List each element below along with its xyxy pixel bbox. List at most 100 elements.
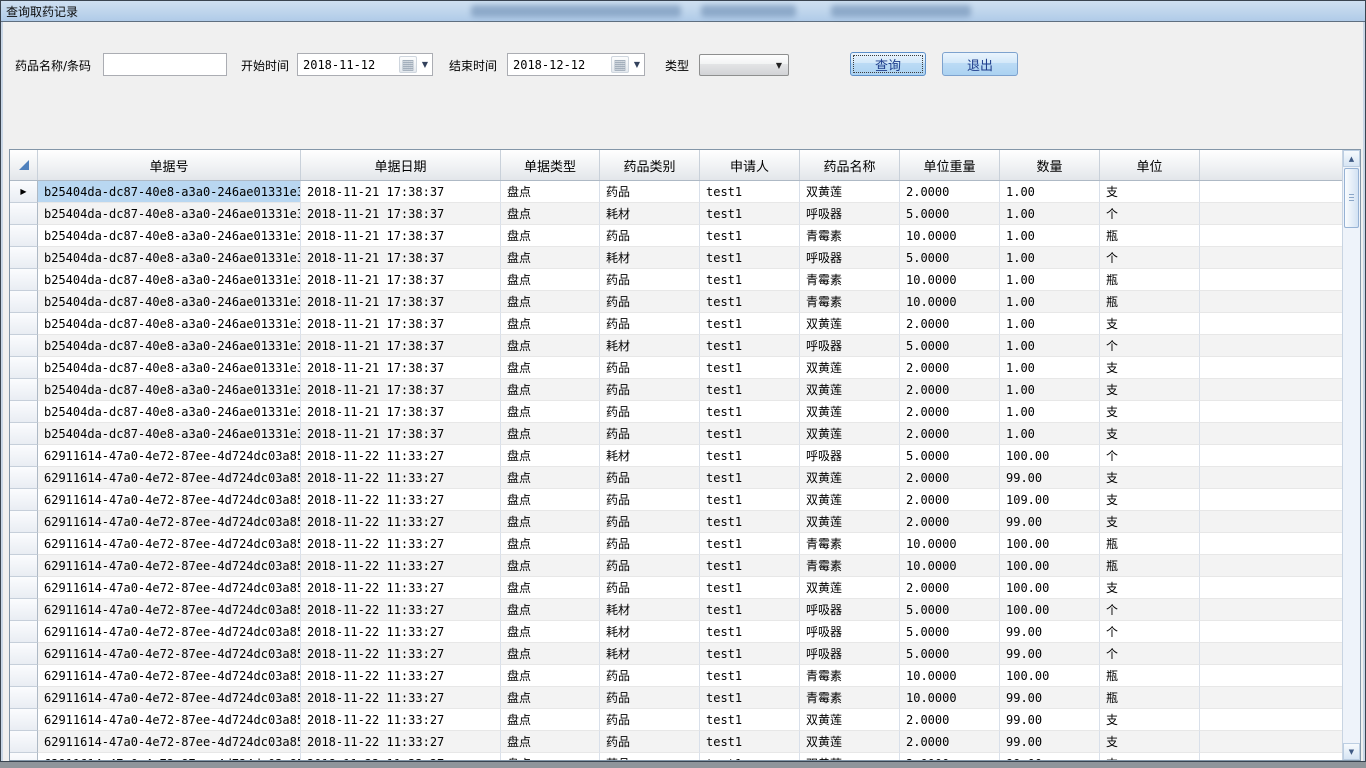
cell[interactable]: 2018-11-21 17:38:37 — [301, 181, 501, 203]
cell[interactable]: 10.0000 — [900, 665, 1000, 687]
cell[interactable]: 1.00 — [1000, 357, 1100, 379]
start-date-value[interactable]: 2018-11-12 — [298, 58, 399, 72]
cell[interactable]: 盘点 — [501, 423, 600, 445]
cell[interactable]: 青霉素 — [800, 665, 900, 687]
cell[interactable]: test1 — [700, 753, 800, 760]
cell[interactable]: 2018-11-21 17:38:37 — [301, 269, 501, 291]
cell[interactable]: 2018-11-21 17:38:37 — [301, 291, 501, 313]
cell[interactable]: 2.0000 — [900, 401, 1000, 423]
row-header[interactable] — [10, 687, 38, 709]
cell[interactable]: 100.00 — [1000, 555, 1100, 577]
table-row[interactable]: 62911614-47a0-4e72-87ee-4d724dc03a852018… — [10, 687, 1342, 709]
cell[interactable]: 2.0000 — [900, 357, 1000, 379]
cell[interactable]: 2018-11-22 11:33:27 — [301, 665, 501, 687]
column-header-applicant[interactable]: 申请人 — [700, 150, 800, 180]
table-row[interactable]: b25404da-dc87-40e8-a3a0-246ae01331e32018… — [10, 269, 1342, 291]
cell[interactable]: 耗材 — [600, 203, 700, 225]
cell[interactable]: test1 — [700, 643, 800, 665]
row-header[interactable] — [10, 599, 38, 621]
cell[interactable]: 99.00 — [1000, 511, 1100, 533]
cell[interactable]: 个 — [1100, 643, 1200, 665]
cell[interactable]: 2.0000 — [900, 577, 1000, 599]
cell[interactable]: 2018-11-22 11:33:27 — [301, 621, 501, 643]
cell[interactable]: 呼吸器 — [800, 445, 900, 467]
cell[interactable]: test1 — [700, 203, 800, 225]
cell[interactable]: 支 — [1100, 357, 1200, 379]
table-row[interactable]: 62911614-47a0-4e72-87ee-4d724dc03a852018… — [10, 753, 1342, 760]
cell[interactable]: 盘点 — [501, 357, 600, 379]
cell[interactable]: test1 — [700, 445, 800, 467]
table-row[interactable]: 62911614-47a0-4e72-87ee-4d724dc03a852018… — [10, 643, 1342, 665]
cell[interactable]: 2018-11-22 11:33:27 — [301, 753, 501, 760]
cell[interactable]: 耗材 — [600, 335, 700, 357]
row-header[interactable] — [10, 313, 38, 335]
scrollbar-thumb[interactable] — [1344, 168, 1359, 228]
cell[interactable]: test1 — [700, 489, 800, 511]
column-header-document-date[interactable]: 单据日期 — [301, 150, 501, 180]
row-header[interactable] — [10, 247, 38, 269]
cell[interactable]: 10.0000 — [900, 555, 1000, 577]
cell[interactable]: 2018-11-22 11:33:27 — [301, 533, 501, 555]
row-header[interactable] — [10, 555, 38, 577]
cell[interactable]: 耗材 — [600, 445, 700, 467]
cell[interactable]: 呼吸器 — [800, 247, 900, 269]
column-header-unit[interactable]: 单位 — [1100, 150, 1200, 180]
row-header[interactable] — [10, 489, 38, 511]
cell[interactable]: 2018-11-21 17:38:37 — [301, 423, 501, 445]
cell[interactable]: 2.0000 — [900, 511, 1000, 533]
cell[interactable]: 盘点 — [501, 247, 600, 269]
cell[interactable]: 2018-11-22 11:33:27 — [301, 687, 501, 709]
calendar-icon[interactable]: ▦ — [611, 56, 629, 73]
select-all-corner[interactable] — [10, 150, 38, 180]
cell[interactable]: 5.0000 — [900, 643, 1000, 665]
cell[interactable]: 1.00 — [1000, 181, 1100, 203]
row-header[interactable] — [10, 753, 38, 760]
cell[interactable]: b25404da-dc87-40e8-a3a0-246ae01331e3 — [38, 225, 301, 247]
cell[interactable]: 2018-11-22 11:33:27 — [301, 511, 501, 533]
query-button[interactable]: 查询 — [850, 52, 926, 76]
end-date-value[interactable]: 2018-12-12 — [508, 58, 611, 72]
end-date-picker[interactable]: 2018-12-12 ▦ ▼ — [507, 53, 645, 76]
cell[interactable]: 瓶 — [1100, 555, 1200, 577]
cell[interactable]: 2018-11-21 17:38:37 — [301, 313, 501, 335]
cell[interactable]: 盘点 — [501, 753, 600, 760]
row-header[interactable] — [10, 467, 38, 489]
cell[interactable]: 盘点 — [501, 621, 600, 643]
cell[interactable]: 62911614-47a0-4e72-87ee-4d724dc03a85 — [38, 665, 301, 687]
cell[interactable]: 2.0000 — [900, 467, 1000, 489]
cell[interactable]: 2018-11-21 17:38:37 — [301, 379, 501, 401]
cell[interactable]: 62911614-47a0-4e72-87ee-4d724dc03a85 — [38, 621, 301, 643]
cell[interactable]: 99.00 — [1000, 731, 1100, 753]
cell[interactable]: b25404da-dc87-40e8-a3a0-246ae01331e3 — [38, 357, 301, 379]
cell[interactable]: 2018-11-22 11:33:27 — [301, 555, 501, 577]
exit-button[interactable]: 退出 — [942, 52, 1018, 76]
row-header[interactable] — [10, 731, 38, 753]
cell[interactable]: 盘点 — [501, 665, 600, 687]
cell[interactable]: 2018-11-22 11:33:27 — [301, 445, 501, 467]
cell[interactable]: 1.00 — [1000, 401, 1100, 423]
cell[interactable]: 瓶 — [1100, 687, 1200, 709]
cell[interactable]: 耗材 — [600, 621, 700, 643]
vertical-scrollbar[interactable]: ▲ ▼ — [1342, 150, 1360, 760]
cell[interactable]: 99.00 — [1000, 621, 1100, 643]
cell[interactable]: test1 — [700, 533, 800, 555]
cell[interactable]: 瓶 — [1100, 269, 1200, 291]
row-header[interactable] — [10, 203, 38, 225]
cell[interactable]: 1.00 — [1000, 225, 1100, 247]
cell[interactable]: b25404da-dc87-40e8-a3a0-246ae01331e3 — [38, 423, 301, 445]
row-header[interactable] — [10, 643, 38, 665]
cell[interactable]: 盘点 — [501, 555, 600, 577]
cell[interactable]: test1 — [700, 247, 800, 269]
cell[interactable]: 药品 — [600, 687, 700, 709]
cell[interactable]: 盘点 — [501, 511, 600, 533]
type-dropdown[interactable]: ▼ — [699, 54, 789, 76]
cell[interactable]: test1 — [700, 335, 800, 357]
cell[interactable]: 药品 — [600, 665, 700, 687]
cell[interactable]: 双黄莲 — [800, 401, 900, 423]
cell[interactable]: 盘点 — [501, 401, 600, 423]
cell[interactable]: b25404da-dc87-40e8-a3a0-246ae01331e3 — [38, 269, 301, 291]
cell[interactable]: 1.00 — [1000, 313, 1100, 335]
cell[interactable]: test1 — [700, 291, 800, 313]
cell[interactable]: 2018-11-22 11:33:27 — [301, 731, 501, 753]
cell[interactable]: 盘点 — [501, 291, 600, 313]
